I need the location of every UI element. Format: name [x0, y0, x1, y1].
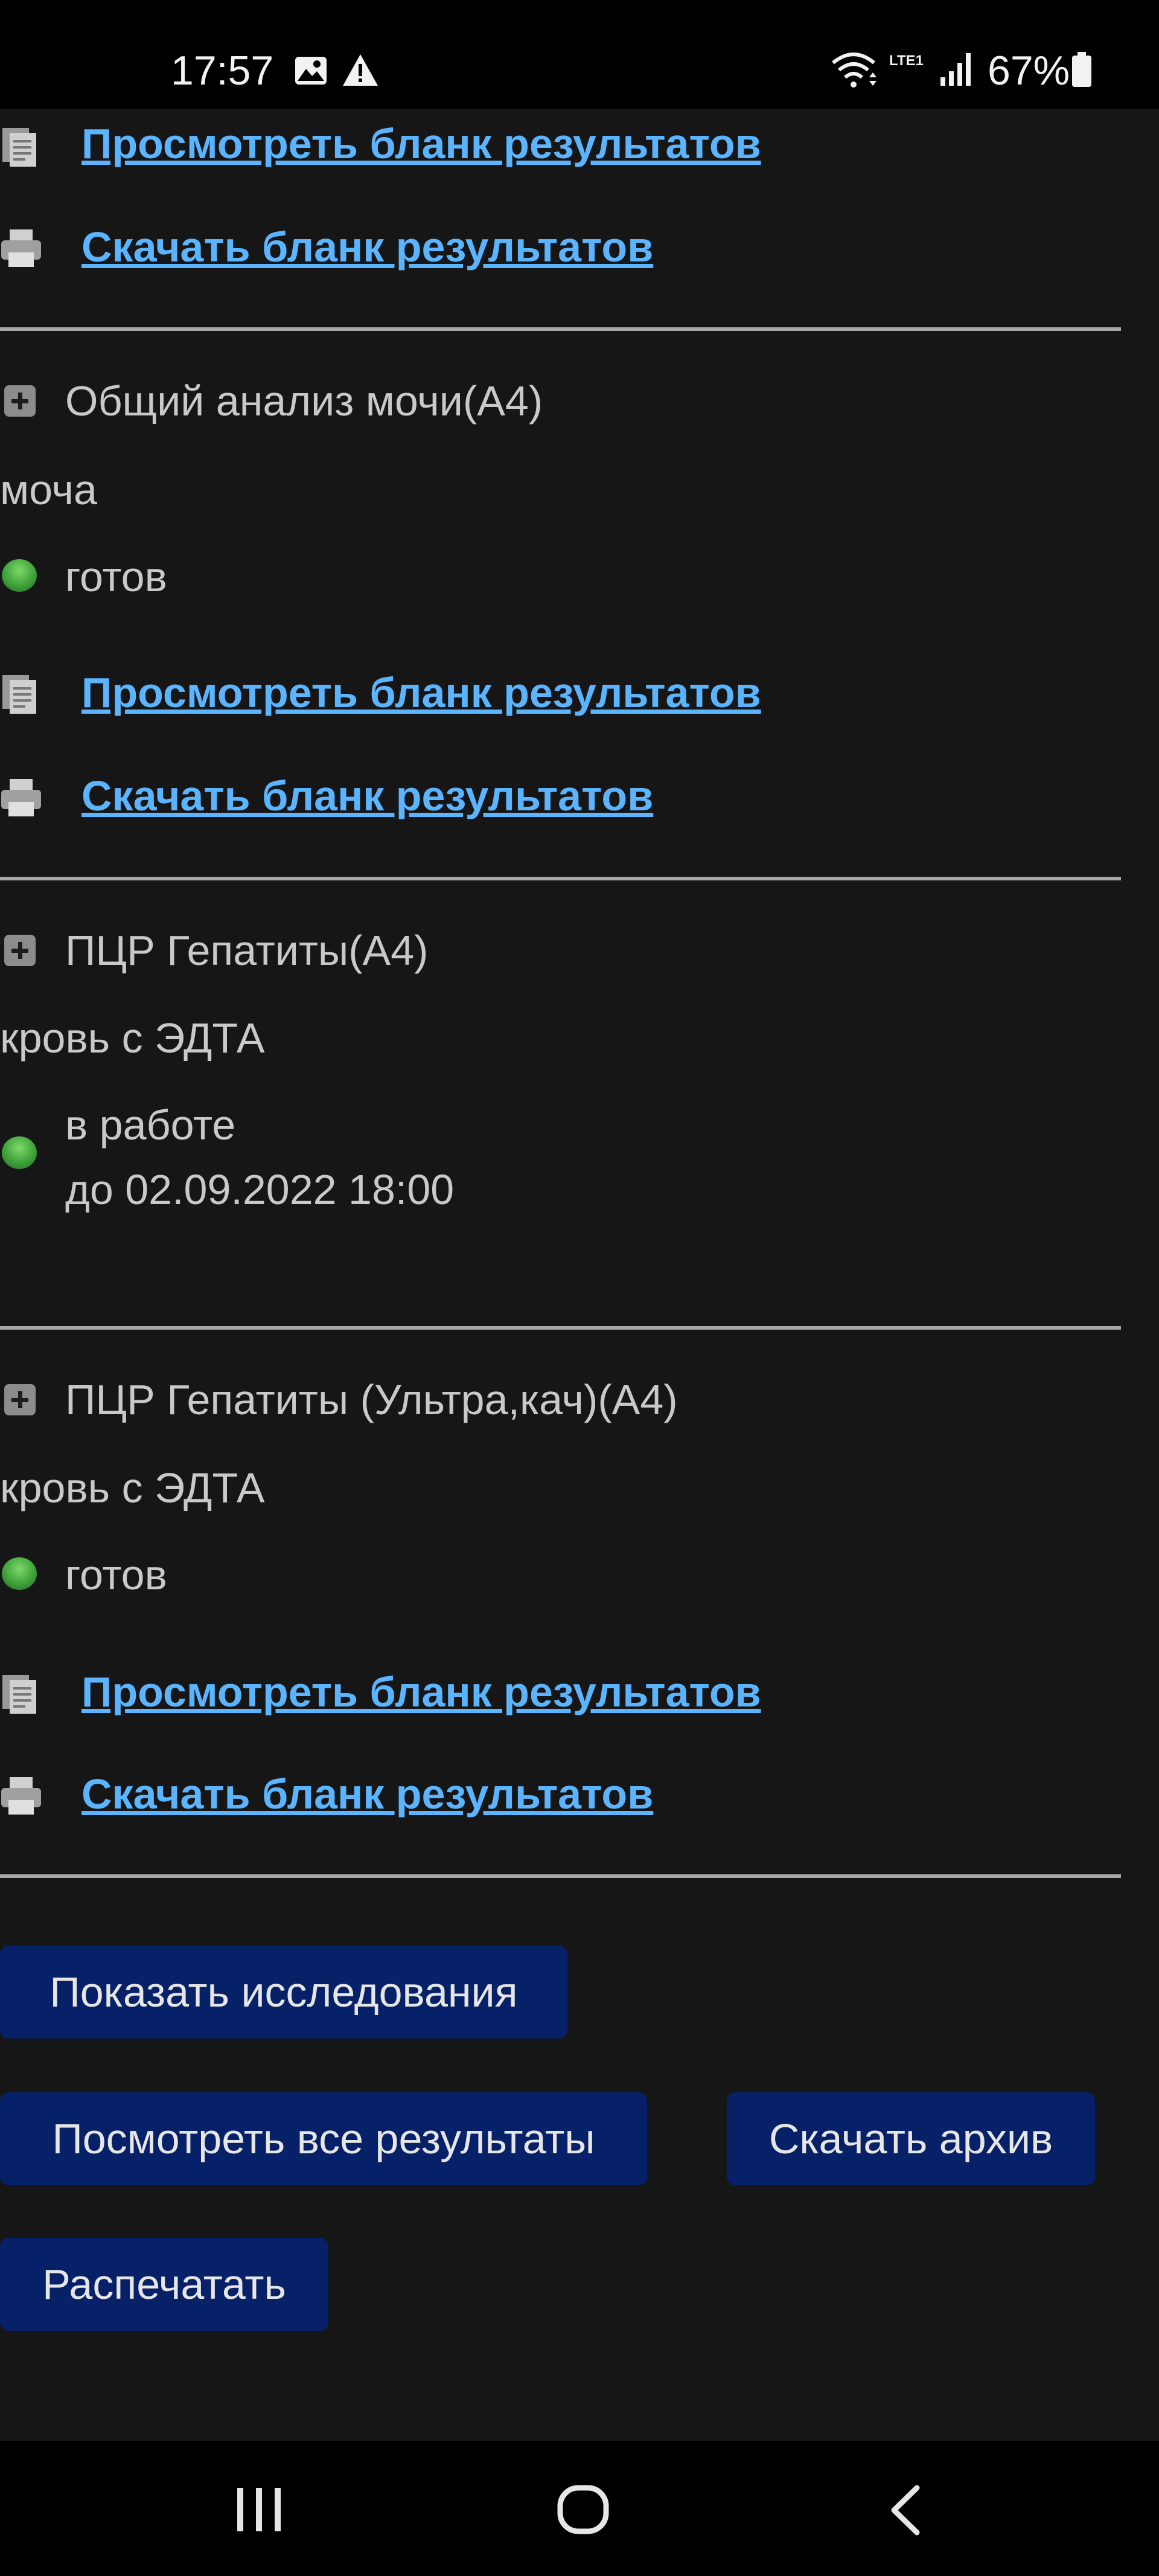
- print-button[interactable]: Распечатать: [0, 2238, 328, 2331]
- divider: [0, 1874, 1121, 1878]
- divider: [0, 327, 1121, 331]
- sample-type: моча: [0, 466, 97, 513]
- wifi-icon: [832, 53, 876, 88]
- view-all-results-button[interactable]: Посмотреть все результаты: [0, 2092, 647, 2185]
- download-results-link[interactable]: Скачать бланк результатов: [81, 1767, 653, 1821]
- status-due-date: до 02.09.2022 18:00: [65, 1166, 455, 1213]
- signal-strength-icon: [940, 53, 971, 86]
- status-bar: 17:57 LTE1 67%: [0, 0, 1159, 109]
- printer-icon: [1, 229, 41, 267]
- test-title: Общий анализ мочи(А4): [65, 377, 543, 425]
- sample-type: кровь с ЭДТА: [0, 1464, 265, 1511]
- status-ready-icon: [2, 1557, 37, 1590]
- divider: [0, 877, 1121, 880]
- network-type-label: LTE1: [889, 53, 924, 69]
- view-results-link[interactable]: Просмотреть бланк результатов: [81, 1665, 761, 1719]
- document-icon: [2, 675, 36, 714]
- download-archive-button[interactable]: Скачать архив: [727, 2092, 1095, 2185]
- clock: 17:57: [171, 48, 274, 94]
- status-in-progress-icon: [2, 1136, 37, 1169]
- expand-plus-icon[interactable]: [4, 385, 36, 417]
- divider: [0, 1326, 1121, 1330]
- status-ready-icon: [2, 559, 37, 592]
- battery-icon: [1072, 52, 1091, 87]
- view-results-link[interactable]: Просмотреть бланк результатов: [81, 117, 761, 171]
- status-text: в работе: [65, 1101, 236, 1149]
- status-text: готов: [65, 1551, 167, 1598]
- sample-type: кровь с ЭДТА: [0, 1014, 265, 1062]
- download-results-link[interactable]: Скачать бланк результатов: [81, 769, 653, 823]
- recent-apps-icon[interactable]: [235, 2487, 283, 2533]
- battery-percent: 67%: [988, 48, 1070, 94]
- document-icon: [2, 1675, 36, 1714]
- status-text: готов: [65, 553, 167, 600]
- printer-icon: [1, 1777, 41, 1815]
- gallery-notification-icon: [295, 57, 327, 85]
- show-studies-button[interactable]: Показать исследования: [0, 1946, 567, 2039]
- back-icon[interactable]: [888, 2484, 922, 2536]
- document-icon: [2, 128, 36, 167]
- test-title: ПЦР Гепатиты(А4): [65, 927, 429, 974]
- home-icon[interactable]: [557, 2484, 610, 2535]
- printer-icon: [1, 779, 41, 816]
- view-results-link[interactable]: Просмотреть бланк результатов: [81, 665, 761, 720]
- navigation-bar: [0, 2441, 1159, 2576]
- expand-plus-icon[interactable]: [4, 935, 36, 966]
- expand-plus-icon[interactable]: [4, 1384, 36, 1415]
- warning-icon: [343, 54, 378, 86]
- download-results-link[interactable]: Скачать бланк результатов: [81, 220, 653, 274]
- test-title: ПЦР Гепатиты (Ультра,кач)(А4): [65, 1376, 678, 1423]
